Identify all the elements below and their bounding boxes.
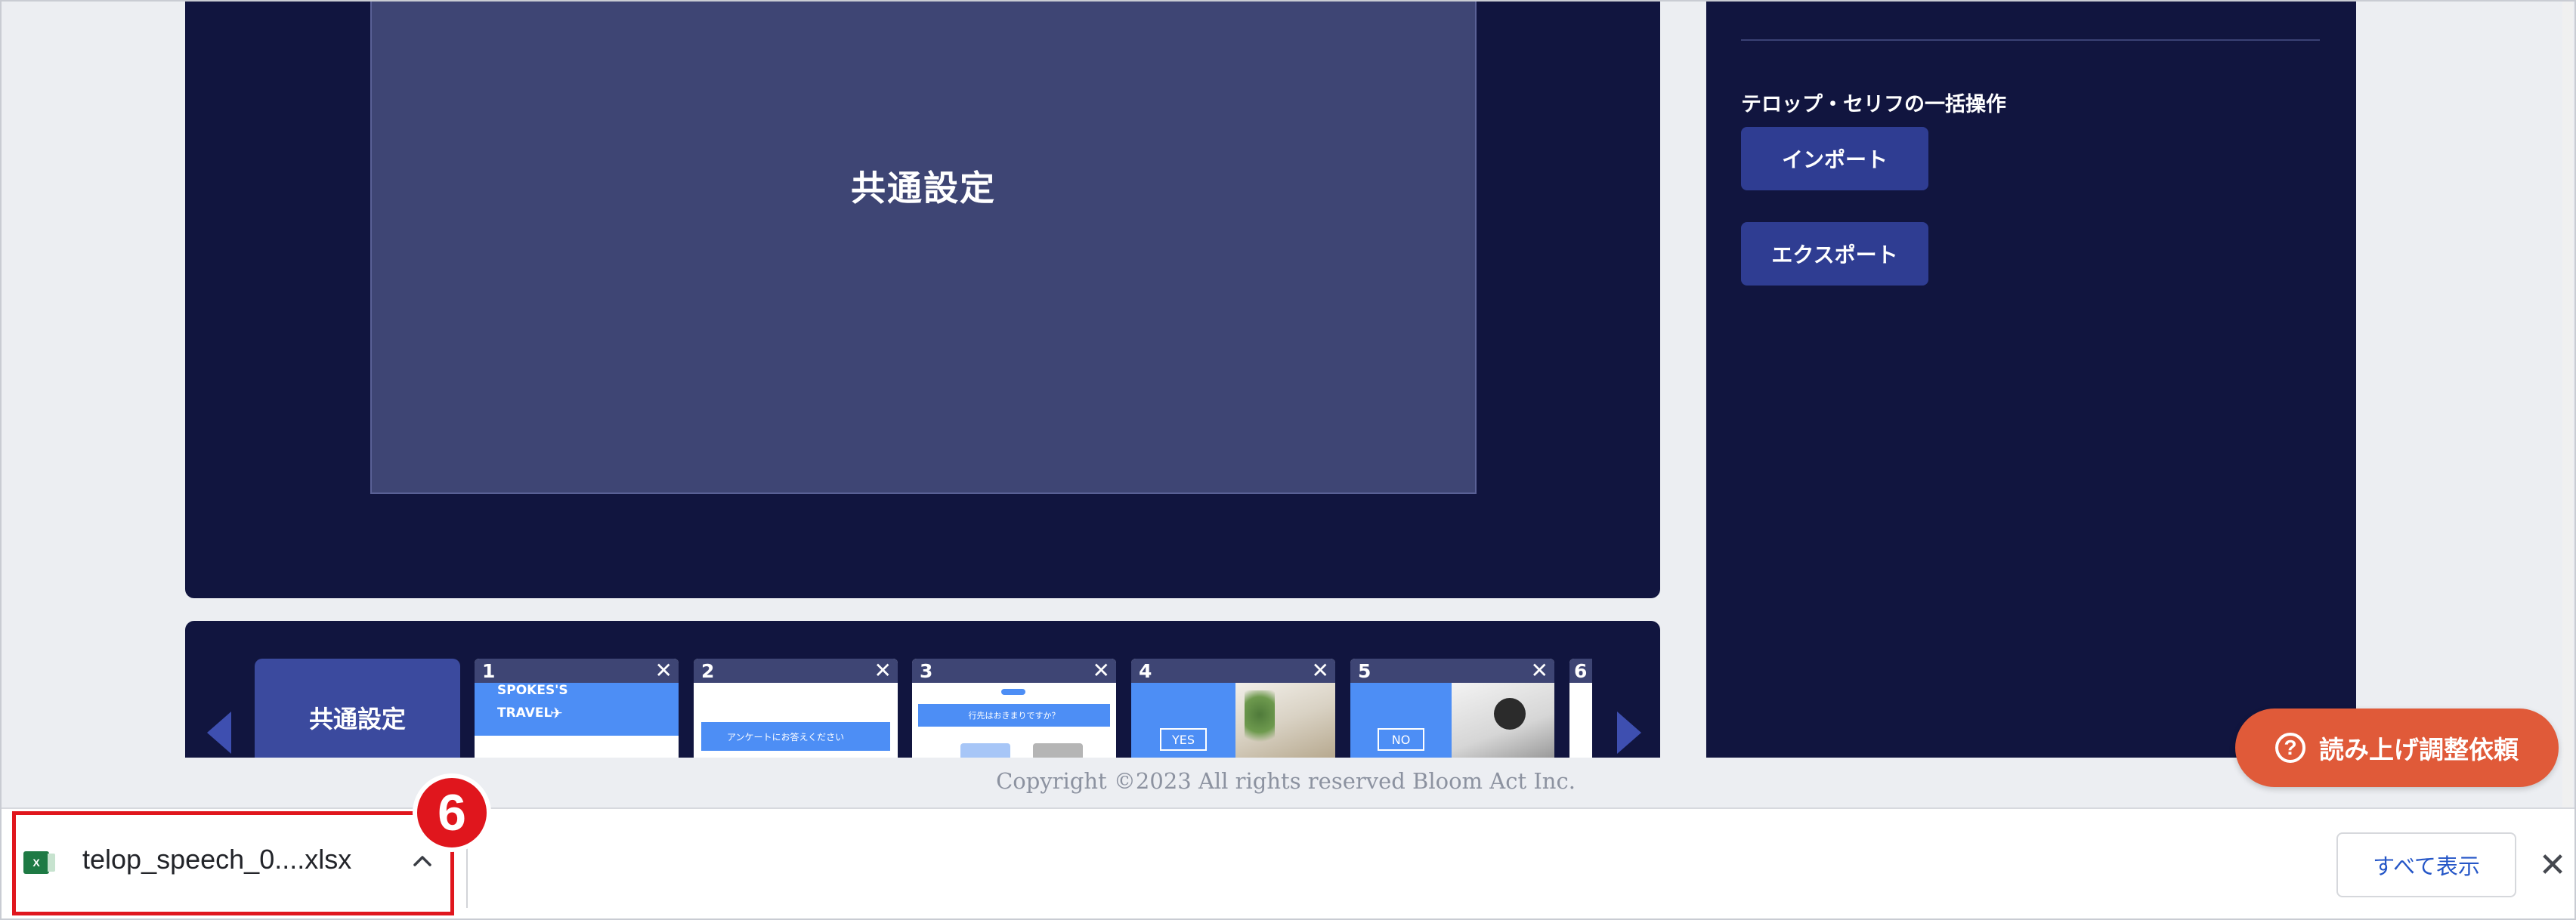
slide-number: 4 — [1139, 659, 1152, 682]
strip-scroll-left-icon[interactable] — [207, 712, 231, 754]
chevron-up-icon[interactable] — [407, 845, 438, 875]
common-settings-tab[interactable]: 共通設定 — [255, 659, 460, 758]
import-button[interactable]: インポート — [1741, 127, 1928, 190]
thumb-text: NO — [1378, 728, 1424, 751]
slide-header: 5 ✕ — [1350, 659, 1554, 683]
thumb-text: SPOKES'S — [497, 683, 568, 698]
close-icon[interactable]: ✕ — [1312, 660, 1329, 681]
thumb-text: 行先はおきまりですか？ — [918, 704, 1110, 727]
download-file-name: telop_speech_0....xlsx — [82, 844, 352, 875]
slide-thumbnail: SPOKES'S TRAVEL ✈ — [475, 683, 679, 758]
side-panel: テロップ・セリフの一括操作 インポート エクスポート — [1706, 0, 2356, 758]
download-item[interactable]: X telop_speech_0....xlsx — [12, 811, 454, 915]
help-button-label: 読み上げ調整依頼 — [2319, 736, 2519, 764]
slide-card-3[interactable]: 3 ✕ 行先はおきまりですか？ — [912, 659, 1116, 758]
page-scrollbar[interactable] — [2562, 0, 2573, 807]
slide-card-6[interactable]: 6 — [1569, 659, 1592, 758]
slide-thumbnail: NO — [1350, 683, 1554, 758]
slide-number: 5 — [1358, 659, 1371, 682]
slide-thumbnail: YES — [1131, 683, 1335, 758]
slide-number: 6 — [1574, 659, 1588, 682]
thumb-text: TRAVEL — [497, 705, 552, 721]
thumb-text: YES — [1160, 728, 1207, 751]
question-icon: ? — [2275, 733, 2305, 763]
slide-card-5[interactable]: 5 ✕ NO — [1350, 659, 1554, 758]
slide-number: 2 — [701, 659, 715, 682]
preview-canvas: 共通設定 — [370, 0, 1477, 494]
preview-title: 共通設定 — [851, 168, 996, 208]
copyright: Copyright ©2023 All rights reserved Bloo… — [0, 768, 2576, 794]
slide-card-4[interactable]: 4 ✕ YES — [1131, 659, 1335, 758]
close-icon[interactable]: ✕ — [1531, 660, 1548, 681]
slide-header: 1 ✕ — [475, 659, 679, 683]
slide-number: 1 — [482, 659, 496, 682]
airplane-icon: ✈ — [550, 704, 563, 722]
slide-card-2[interactable]: 2 ✕ アンケートにお答えください — [694, 659, 898, 758]
close-download-bar-icon[interactable]: ✕ — [2537, 846, 2568, 884]
slide-card-1[interactable]: 1 ✕ SPOKES'S TRAVEL ✈ — [475, 659, 679, 758]
show-all-downloads-button[interactable]: すべて表示 — [2336, 832, 2516, 897]
slide-thumbnail: 行先はおきまりですか？ — [912, 683, 1116, 758]
bulk-operations-label: テロップ・セリフの一括操作 — [1741, 93, 2006, 116]
close-icon[interactable]: ✕ — [655, 660, 673, 681]
thumb-text: アンケートにお答えください — [701, 722, 890, 751]
slide-header: 2 ✕ — [694, 659, 898, 683]
export-button[interactable]: エクスポート — [1741, 222, 1928, 286]
excel-file-icon: X — [23, 851, 55, 874]
copyright-text: Copyright ©2023 All rights reserved Bloo… — [996, 768, 1576, 794]
slide-header: 6 — [1569, 659, 1592, 683]
strip-scroll-right-icon[interactable] — [1617, 712, 1641, 754]
step-number-badge: 6 — [413, 773, 491, 852]
side-divider — [1741, 39, 2320, 41]
slide-thumbnail: アンケートにお答えください — [694, 683, 898, 758]
preview-panel: 共通設定 — [185, 0, 1660, 598]
close-icon[interactable]: ✕ — [1093, 660, 1110, 681]
slide-header: 3 ✕ — [912, 659, 1116, 683]
slide-header: 4 ✕ — [1131, 659, 1335, 683]
close-icon[interactable]: ✕ — [874, 660, 892, 681]
slide-number: 3 — [920, 659, 933, 682]
